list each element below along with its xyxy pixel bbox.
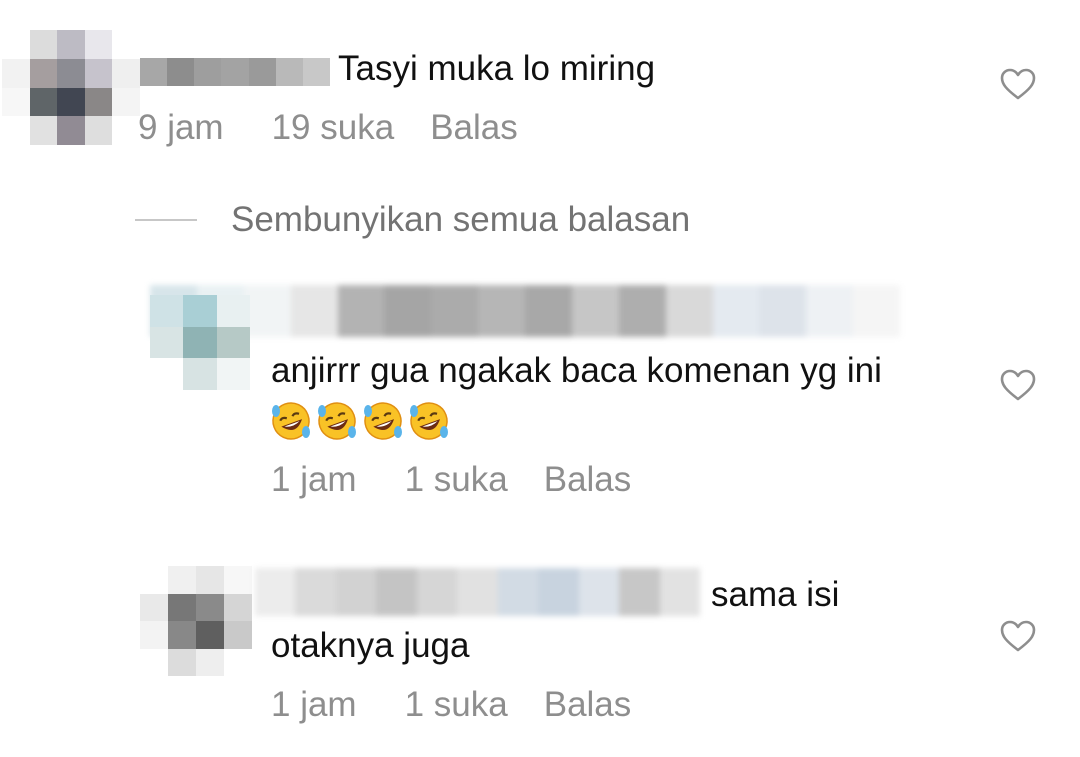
comment-likes[interactable]: 19 suka	[272, 108, 395, 148]
comment-text: otaknya juga	[271, 626, 470, 665]
reply-button[interactable]: Balas	[544, 685, 632, 725]
reply-button[interactable]: Balas	[544, 460, 632, 500]
username-redacted[interactable]	[150, 285, 900, 337]
username-redacted[interactable]	[255, 568, 700, 616]
heart-outline-icon[interactable]	[1000, 619, 1036, 655]
comment-text: sama isi	[711, 575, 840, 614]
comment-meta: 1 jam 1 suka Balas	[271, 460, 631, 500]
reply-button[interactable]: Balas	[430, 108, 518, 148]
comment-time: 1 jam	[271, 460, 357, 499]
username-redacted[interactable]	[140, 58, 330, 86]
rofl-emoji-icon	[361, 399, 405, 443]
heart-outline-icon[interactable]	[1000, 368, 1036, 404]
comment-likes[interactable]: 1 suka	[405, 685, 508, 725]
avatar[interactable]	[2, 30, 140, 145]
rofl-emoji-icon	[269, 399, 313, 443]
hide-replies-label: Sembunyikan semua balasan	[231, 200, 691, 239]
rofl-emoji-icon	[407, 399, 451, 443]
emoji-group	[269, 399, 451, 443]
avatar[interactable]	[150, 295, 250, 390]
avatar[interactable]	[140, 566, 252, 676]
comment-thread: Tasyi muka lo miring 9 jam 19 suka Balas…	[0, 0, 1080, 757]
comment-text: Tasyi muka lo miring	[338, 49, 656, 88]
comment-meta: 9 jam 19 suka Balas	[138, 108, 518, 148]
hide-all-replies-button[interactable]: Sembunyikan semua balasan	[135, 200, 690, 240]
comment-text: anjirrr gua ngakak baca komenan yg ini	[271, 351, 882, 390]
heart-outline-icon[interactable]	[1000, 67, 1036, 103]
comment-time: 1 jam	[271, 685, 357, 724]
comment-meta: 1 jam 1 suka Balas	[271, 685, 631, 725]
rofl-emoji-icon	[315, 399, 359, 443]
comment-time: 9 jam	[138, 108, 224, 147]
comment-likes[interactable]: 1 suka	[405, 460, 508, 500]
replies-divider	[135, 219, 197, 221]
